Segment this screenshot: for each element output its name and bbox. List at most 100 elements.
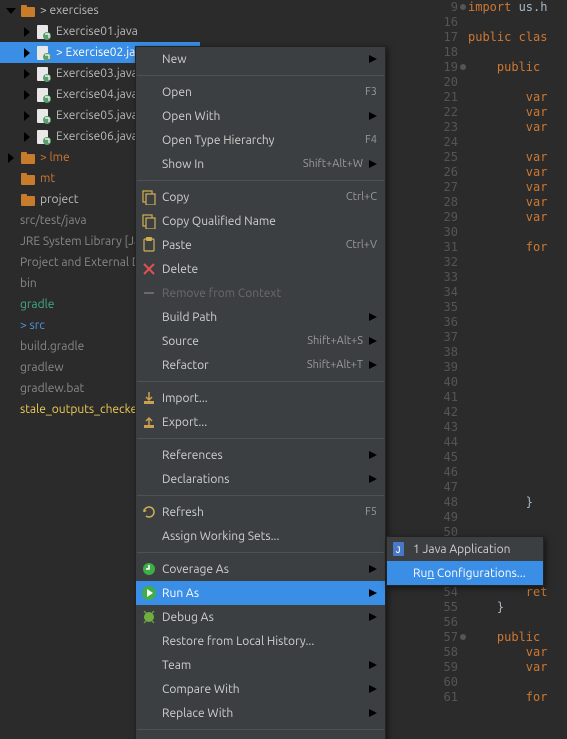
gutter-line-number[interactable]: 48: [430, 495, 468, 510]
gutter-line-number[interactable]: 49: [430, 510, 468, 525]
editor-code[interactable]: var: [468, 645, 547, 659]
gutter-line-number[interactable]: 58: [430, 645, 468, 660]
twisty-icon[interactable]: [6, 216, 16, 226]
twisty-icon[interactable]: [6, 342, 16, 352]
editor-code[interactable]: var: [468, 120, 547, 134]
gutter-line-number[interactable]: 30: [430, 225, 468, 240]
gutter-line-number[interactable]: 27: [430, 180, 468, 195]
menu-item-debug-as[interactable]: Debug As: [136, 605, 385, 629]
twisty-icon[interactable]: [22, 111, 32, 121]
editor-line[interactable]: 36: [430, 315, 567, 330]
gutter-line-number[interactable]: 34: [430, 285, 468, 300]
editor-line[interactable]: 30: [430, 225, 567, 240]
gutter-line-number[interactable]: 39: [430, 360, 468, 375]
twisty-icon[interactable]: [6, 195, 16, 205]
gutter-line-number[interactable]: 23: [430, 120, 468, 135]
editor-line[interactable]: 54 ret: [430, 585, 567, 600]
gutter-line-number[interactable]: 20: [430, 75, 468, 90]
editor-code[interactable]: }: [468, 600, 504, 614]
editor-line[interactable]: 18: [430, 45, 567, 60]
editor-code[interactable]: public: [468, 60, 547, 74]
twisty-icon[interactable]: [6, 300, 16, 310]
gutter-line-number[interactable]: 61: [430, 690, 468, 705]
editor-line[interactable]: 48 }: [430, 495, 567, 510]
gutter-line-number[interactable]: 41: [430, 390, 468, 405]
editor-code[interactable]: for: [468, 240, 547, 254]
menu-item-copy[interactable]: CopyCtrl+C: [136, 185, 385, 209]
editor-line[interactable]: 37: [430, 330, 567, 345]
menu-item-delete[interactable]: Delete: [136, 257, 385, 281]
menu-item-source[interactable]: SourceShift+Alt+S: [136, 329, 385, 353]
gutter-line-number[interactable]: 46: [430, 465, 468, 480]
menu-item-replace-with[interactable]: Replace With: [136, 701, 385, 725]
gutter-line-number[interactable]: 24: [430, 135, 468, 150]
editor-line[interactable]: 49: [430, 510, 567, 525]
editor-line[interactable]: 27 var: [430, 180, 567, 195]
editor-line[interactable]: 35: [430, 300, 567, 315]
gutter-line-number[interactable]: 32: [430, 255, 468, 270]
editor-line[interactable]: 29 var: [430, 210, 567, 225]
editor-line[interactable]: 58 var: [430, 645, 567, 660]
editor-code[interactable]: import us.h: [468, 0, 547, 14]
menu-item-import[interactable]: Import...: [136, 386, 385, 410]
editor-line[interactable]: 44: [430, 435, 567, 450]
tree-row-pkg-exercises[interactable]: > exercises: [0, 0, 200, 21]
menu-item-team[interactable]: Team: [136, 653, 385, 677]
gutter-line-number[interactable]: 28: [430, 195, 468, 210]
gutter-line-number[interactable]: 26: [430, 165, 468, 180]
gutter-line-number[interactable]: 55: [430, 600, 468, 615]
twisty-icon[interactable]: [22, 69, 32, 79]
submenu-item-run-config[interactable]: Run Configurations...: [387, 561, 543, 585]
editor-code[interactable]: var: [468, 105, 547, 119]
tree-row-file-ex01[interactable]: Exercise01.java: [0, 21, 200, 42]
editor-line[interactable]: 39: [430, 360, 567, 375]
editor-line[interactable]: 47: [430, 480, 567, 495]
editor-code[interactable]: var: [468, 210, 547, 224]
twisty-icon[interactable]: [22, 48, 32, 58]
gutter-line-number[interactable]: 43: [430, 420, 468, 435]
gutter-line-number[interactable]: 37: [430, 330, 468, 345]
twisty-icon[interactable]: [6, 237, 16, 247]
gutter-line-number[interactable]: 57: [430, 630, 468, 645]
editor-line[interactable]: 28 var: [430, 195, 567, 210]
menu-item-references[interactable]: References: [136, 443, 385, 467]
twisty-icon[interactable]: [22, 132, 32, 142]
gutter-line-number[interactable]: 29: [430, 210, 468, 225]
editor-line[interactable]: 24: [430, 135, 567, 150]
editor-code[interactable]: var: [468, 195, 547, 209]
editor-line[interactable]: 55 }: [430, 600, 567, 615]
editor-line[interactable]: 40: [430, 375, 567, 390]
gutter-line-number[interactable]: 45: [430, 450, 468, 465]
gutter-line-number[interactable]: 36: [430, 315, 468, 330]
editor-line[interactable]: 43: [430, 420, 567, 435]
menu-item-new[interactable]: New: [136, 47, 385, 71]
menu-item-declarations[interactable]: Declarations: [136, 467, 385, 491]
gutter-line-number[interactable]: 25: [430, 150, 468, 165]
twisty-icon[interactable]: [6, 153, 16, 163]
menu-item-paste[interactable]: PasteCtrl+V: [136, 233, 385, 257]
menu-item-refresh[interactable]: RefreshF5: [136, 500, 385, 524]
gutter-line-number[interactable]: 47: [430, 480, 468, 495]
gutter-line-number[interactable]: 60: [430, 675, 468, 690]
menu-item-compare-with[interactable]: Compare With: [136, 677, 385, 701]
gutter-line-number[interactable]: 38: [430, 345, 468, 360]
gutter-line-number[interactable]: 59: [430, 660, 468, 675]
editor-code[interactable]: ret: [468, 585, 547, 599]
menu-item-open[interactable]: OpenF3: [136, 80, 385, 104]
twisty-icon[interactable]: [22, 27, 32, 37]
editor-code[interactable]: var: [468, 165, 547, 179]
twisty-icon[interactable]: [6, 279, 16, 289]
menu-item-export[interactable]: Export...: [136, 410, 385, 434]
editor-line[interactable]: 33: [430, 270, 567, 285]
editor-code[interactable]: var: [468, 180, 547, 194]
editor-line[interactable]: 17public clas: [430, 30, 567, 45]
menu-item-refactor[interactable]: RefactorShift+Alt+T: [136, 353, 385, 377]
menu-item-open-type[interactable]: Open Type HierarchyF4: [136, 128, 385, 152]
editor-line[interactable]: 46: [430, 465, 567, 480]
editor-line[interactable]: 16: [430, 15, 567, 30]
editor-line[interactable]: 25 var: [430, 150, 567, 165]
menu-item-validate[interactable]: Validate: [136, 734, 385, 739]
editor-line[interactable]: 23 var: [430, 120, 567, 135]
editor-line[interactable]: 20: [430, 75, 567, 90]
twisty-icon[interactable]: [22, 90, 32, 100]
